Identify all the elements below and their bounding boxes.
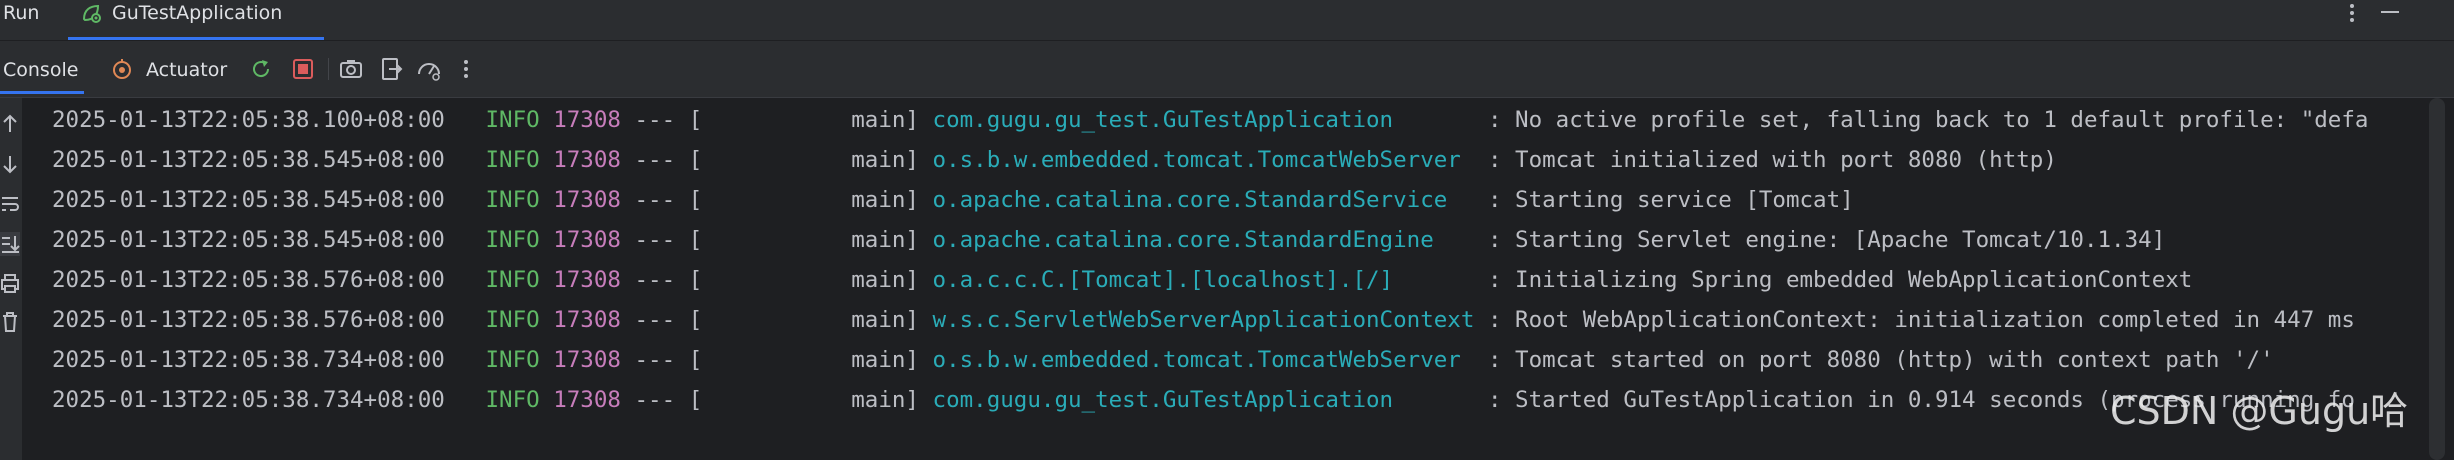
log-logger[interactable]: o.a.c.c.C.[Tomcat].[localhost].[/] [933, 267, 1475, 293]
scroll-to-end-icon[interactable] [0, 232, 20, 256]
tab-selected-indicator [68, 37, 324, 40]
log-timestamp: 2025-01-13T22:05:38.734+08:00 [52, 347, 445, 373]
log-level: INFO [471, 187, 540, 213]
log-pid: 17308 [553, 267, 621, 293]
log-message: : Starting service [Tomcat] [1487, 187, 1854, 213]
log-logger[interactable]: w.s.c.ServletWebServerApplicationContext [933, 307, 1475, 333]
actuator-icon [110, 58, 134, 82]
log-separator: --- [634, 347, 676, 373]
arrow-down-icon[interactable] [0, 152, 20, 176]
log-logger[interactable]: o.s.b.w.embedded.tomcat.TomcatWebServer [933, 347, 1475, 373]
arrow-up-icon[interactable] [0, 112, 20, 136]
log-message: : No active profile set, falling back to… [1487, 107, 2369, 133]
watermark: CSDN @Gugu哈 [2110, 389, 2409, 433]
log-level: INFO [471, 147, 540, 173]
log-separator: --- [634, 267, 676, 293]
log-line: 2025-01-13T22:05:38.100+08:00 INFO 17308… [52, 100, 2368, 140]
profiler-icon[interactable] [416, 56, 442, 82]
log-thread: [ main] [688, 227, 919, 253]
log-level: INFO [471, 307, 540, 333]
tab-label: GuTestApplication [112, 2, 283, 24]
log-thread: [ main] [688, 387, 919, 413]
console-output[interactable]: 2025-01-13T22:05:38.100+08:00 INFO 17308… [22, 98, 2422, 460]
log-timestamp: 2025-01-13T22:05:38.734+08:00 [52, 387, 445, 413]
log-level: INFO [471, 267, 540, 293]
log-timestamp: 2025-01-13T22:05:38.545+08:00 [52, 187, 445, 213]
minimize-icon[interactable] [2378, 0, 2402, 26]
log-separator: --- [634, 227, 676, 253]
log-level: INFO [471, 227, 540, 253]
log-thread: [ main] [688, 147, 919, 173]
soft-wrap-icon[interactable] [0, 192, 20, 216]
log-thread: [ main] [688, 347, 919, 373]
log-line: 2025-01-13T22:05:38.734+08:00 INFO 17308… [52, 340, 2274, 380]
console-gutter [0, 98, 22, 460]
log-logger[interactable]: o.apache.catalina.core.StandardEngine [933, 227, 1475, 253]
log-thread: [ main] [688, 307, 919, 333]
log-line: 2025-01-13T22:05:38.545+08:00 INFO 17308… [52, 140, 2057, 180]
log-separator: --- [634, 107, 676, 133]
log-separator: --- [634, 387, 676, 413]
run-tool-window-header: Run GuTestApplication [0, 0, 2454, 41]
log-level: INFO [471, 107, 540, 133]
log-line: 2025-01-13T22:05:38.545+08:00 INFO 17308… [52, 180, 1854, 220]
tab-actuator-label: Actuator [146, 59, 228, 81]
log-pid: 17308 [553, 147, 621, 173]
log-thread: [ main] [688, 107, 919, 133]
log-timestamp: 2025-01-13T22:05:38.545+08:00 [52, 147, 445, 173]
log-thread: [ main] [688, 187, 919, 213]
log-logger[interactable]: com.gugu.gu_test.GuTestApplication [933, 107, 1475, 133]
more-vertical-icon[interactable] [2340, 0, 2364, 26]
log-message: : Tomcat started on port 8080 (http) wit… [1487, 347, 2274, 373]
log-level: INFO [471, 347, 540, 373]
log-pid: 17308 [553, 347, 621, 373]
log-level: INFO [471, 387, 540, 413]
log-pid: 17308 [553, 387, 621, 413]
log-line: 2025-01-13T22:05:38.545+08:00 INFO 17308… [52, 220, 2165, 260]
log-message: : Initializing Spring embedded WebApplic… [1487, 267, 2193, 293]
log-message: : Root WebApplicationContext: initializa… [1487, 307, 2355, 333]
spring-leaf-icon [80, 2, 102, 24]
log-timestamp: 2025-01-13T22:05:38.100+08:00 [52, 107, 445, 133]
tab-console-label: Console [3, 59, 79, 81]
toolbar-more-icon[interactable] [456, 56, 476, 82]
log-message: : Starting Servlet engine: [Apache Tomca… [1487, 227, 2166, 253]
log-pid: 17308 [553, 187, 621, 213]
log-line: 2025-01-13T22:05:38.576+08:00 INFO 17308… [52, 300, 2355, 340]
log-timestamp: 2025-01-13T22:05:38.576+08:00 [52, 267, 445, 293]
log-logger[interactable]: o.apache.catalina.core.StandardService [933, 187, 1475, 213]
run-title: Run [3, 2, 40, 24]
log-logger[interactable]: com.gugu.gu_test.GuTestApplication [933, 387, 1475, 413]
log-line: 2025-01-13T22:05:38.734+08:00 INFO 17308… [52, 380, 2355, 420]
tab-console-selected-indicator [0, 91, 85, 94]
log-pid: 17308 [553, 307, 621, 333]
log-separator: --- [634, 307, 676, 333]
rerun-icon[interactable] [248, 56, 274, 82]
log-line: 2025-01-13T22:05:38.576+08:00 INFO 17308… [52, 260, 2192, 300]
log-thread: [ main] [688, 267, 919, 293]
vertical-scrollbar-thumb[interactable] [2429, 98, 2445, 460]
log-timestamp: 2025-01-13T22:05:38.576+08:00 [52, 307, 445, 333]
console-toolbar: Console Actuator [0, 41, 2454, 98]
camera-icon[interactable] [338, 56, 364, 82]
toolbar-divider [328, 58, 329, 80]
log-message: : Tomcat initialized with port 8080 (htt… [1487, 147, 2057, 173]
tab-gutestapplication[interactable]: GuTestApplication [68, 0, 324, 40]
tab-console[interactable]: Console [0, 53, 85, 94]
log-logger[interactable]: o.s.b.w.embedded.tomcat.TomcatWebServer [933, 147, 1475, 173]
log-timestamp: 2025-01-13T22:05:38.545+08:00 [52, 227, 445, 253]
log-pid: 17308 [553, 227, 621, 253]
export-icon[interactable] [378, 56, 404, 82]
log-separator: --- [634, 147, 676, 173]
print-icon[interactable] [0, 272, 20, 296]
stop-icon[interactable] [290, 56, 316, 82]
log-pid: 17308 [553, 107, 621, 133]
trash-icon[interactable] [0, 310, 20, 334]
log-separator: --- [634, 187, 676, 213]
